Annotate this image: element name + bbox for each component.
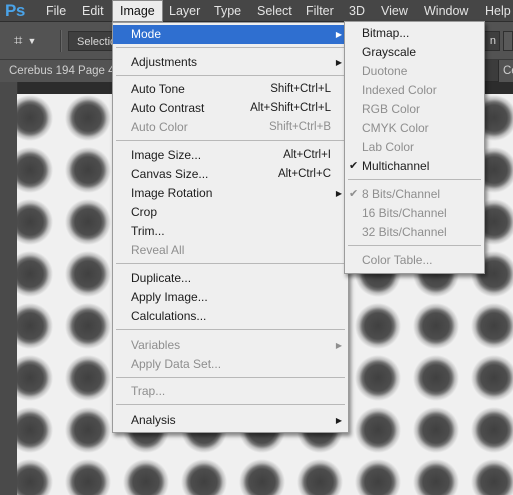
menu-separator [116,404,345,405]
menu-item-crop[interactable]: Crop [113,203,348,222]
submenu-item-indexed-color: Indexed Color [362,83,437,97]
menu-item-mode[interactable]: Mode ▶ [113,25,348,44]
menu-item-image-rotation[interactable]: Image Rotation ▶ [113,184,348,203]
image-menu: Mode ▶ Adjustments ▶ Auto Tone Shift+Ctr… [112,22,349,433]
menu-item-image-size[interactable]: Image Size... Alt+Ctrl+I [113,146,348,165]
submenu-item-grayscale[interactable]: Grayscale [345,43,484,62]
document-tab[interactable]: Cerebus 194 Page 4 [0,60,112,82]
menu-item-auto-tone[interactable]: Auto Tone Shift+Ctrl+L [113,80,348,99]
submenu-item-16-bits: 16 Bits/Channel [362,206,447,220]
menu-separator [116,140,345,141]
menu-item-analysis[interactable]: Analysis ▶ [113,411,348,430]
menu-filter[interactable]: Filter [299,0,341,22]
checkmark-icon: ✔ [349,160,359,172]
submenu-item-color-table: Color Table... [362,253,433,267]
menu-file[interactable]: File [39,0,73,22]
menu-separator [116,47,345,48]
photoshop-logo: Ps [5,1,25,20]
menu-item-adjustments[interactable]: Adjustments ▶ [113,53,348,72]
menu-item-reveal-all: Reveal All [131,243,185,257]
mode-submenu: Bitmap... Grayscale Duotone Indexed Colo… [344,21,485,274]
menu-item-calculations[interactable]: Calculations... [113,307,348,326]
submenu-item-multichannel[interactable]: ✔ Multichannel [345,157,484,176]
menu-separator [348,245,481,246]
menu-item-duplicate[interactable]: Duplicate... [113,269,348,288]
options-divider [60,30,62,52]
crop-tool-preset-picker[interactable]: ⌗ ▼ [14,30,54,52]
menu-item-variables: Variables ▶ [113,336,348,355]
submenu-item-cmyk-color: CMYK Color [362,121,429,135]
submenu-arrow-icon: ▶ [335,416,342,425]
submenu-item-duotone: Duotone [362,64,408,78]
menu-bar: Ps File Edit Image Layer Type Select Fil… [0,0,513,22]
menu-item-trim[interactable]: Trim... [113,222,348,241]
menu-window[interactable]: Window [417,0,475,22]
menu-type[interactable]: Type [207,0,248,22]
checkmark-icon: ✔ [349,188,359,200]
left-ruler [0,82,18,495]
menu-separator [116,329,345,330]
menu-image[interactable]: Image [112,0,163,22]
menu-edit[interactable]: Edit [75,0,111,22]
submenu-item-rgb-color: RGB Color [362,102,421,116]
menu-view[interactable]: View [374,0,415,22]
menu-select[interactable]: Select [250,0,299,22]
menu-item-apply-image[interactable]: Apply Image... [113,288,348,307]
submenu-item-bitmap[interactable]: Bitmap... [345,24,484,43]
submenu-item-8-bits: ✔ 8 Bits/Channel [345,185,484,204]
menu-separator [116,377,345,378]
chevron-down-icon: ▼ [27,36,37,47]
menu-3d[interactable]: 3D [342,0,372,22]
submenu-arrow-icon: ▶ [335,58,342,67]
menu-separator [348,179,481,180]
document-tab-2[interactable]: Ce [498,60,513,82]
crop-icon: ⌗ [14,32,23,49]
menu-separator [116,263,345,264]
submenu-arrow-icon: ▶ [335,189,342,198]
menu-item-apply-data-set: Apply Data Set... [131,357,222,371]
menu-help[interactable]: Help [478,0,513,22]
menu-item-auto-contrast[interactable]: Auto Contrast Alt+Shift+Ctrl+L [113,99,348,118]
menu-item-auto-color: Auto Color Shift+Ctrl+B [131,120,331,134]
menu-item-canvas-size[interactable]: Canvas Size... Alt+Ctrl+C [113,165,348,184]
menu-separator [116,75,345,76]
menu-layer[interactable]: Layer [162,0,207,22]
menu-item-trap: Trap... [131,384,166,398]
submenu-item-lab-color: Lab Color [362,140,415,154]
submenu-arrow-icon: ▶ [335,30,342,39]
options-right-control-2[interactable] [503,31,513,51]
submenu-arrow-icon: ▶ [335,341,342,350]
submenu-item-32-bits: 32 Bits/Channel [362,225,447,239]
